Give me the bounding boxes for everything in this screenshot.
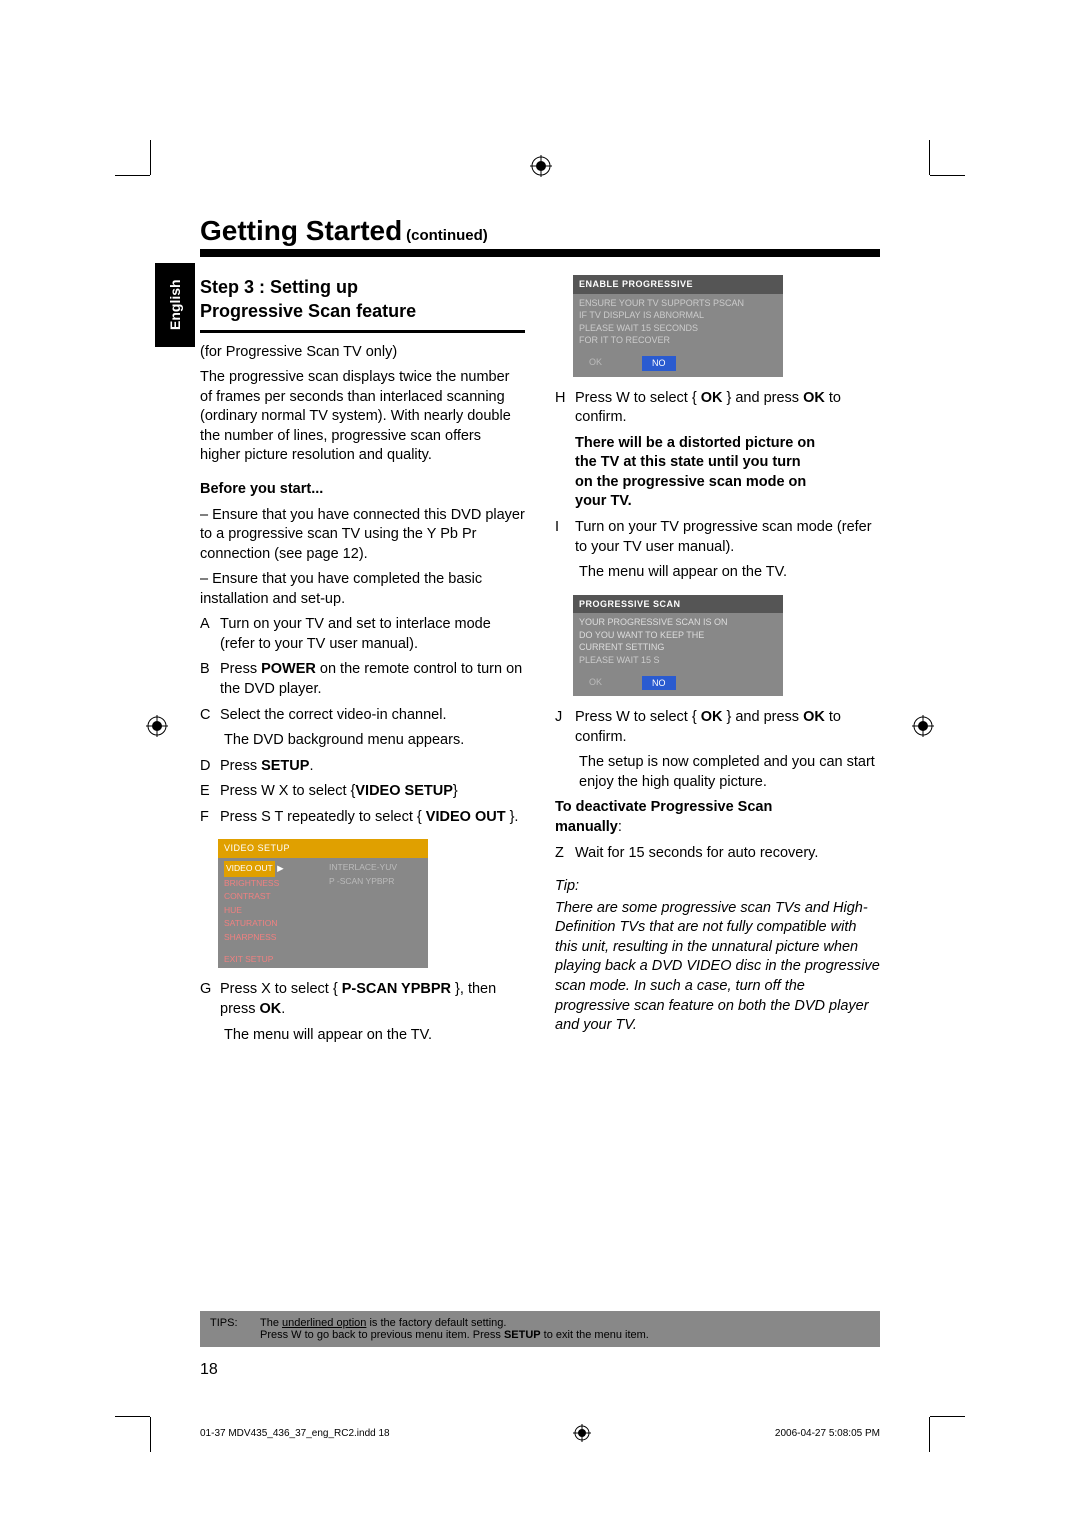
tip-label: Tip: xyxy=(555,877,880,897)
osd-enable-progressive: ENABLE PROGRESSIVE ENSURE YOUR TV SUPPOR… xyxy=(573,275,783,377)
osd-video-setup: VIDEO SETUP VIDEO OUT ▶ BRIGHTNESS CONTR… xyxy=(218,839,428,968)
step-g-result: The menu will appear on the TV. xyxy=(220,1026,525,1046)
distortion-warning: There will be a distorted picture on the… xyxy=(575,434,880,512)
tips-body: The underlined option is the factory def… xyxy=(260,1317,870,1341)
step-j-result: The setup is now completed and you can s… xyxy=(575,753,880,792)
osd-exit: EXIT SETUP xyxy=(218,948,428,969)
crop-mark xyxy=(150,140,151,175)
registration-mark-icon xyxy=(912,715,934,737)
print-footer: 01-37 MDV435_436_37_eng_RC2.indd 18 2006… xyxy=(200,1424,880,1442)
deactivate-heading: To deactivate Progressive Scan manually: xyxy=(555,798,880,837)
crop-mark xyxy=(929,140,930,175)
step-marker: D xyxy=(200,757,220,777)
registration-mark-icon xyxy=(573,1424,591,1442)
osd-header: ENABLE PROGRESSIVE xyxy=(573,275,783,294)
crop-mark xyxy=(150,1417,151,1452)
step-e: E Press W X to select {VIDEO SETUP} xyxy=(200,782,525,802)
crop-mark xyxy=(929,1417,930,1452)
section-continued: (continued) xyxy=(406,227,488,244)
osd-item: HUE xyxy=(224,904,317,918)
osd-button-row: OK NO xyxy=(573,670,783,697)
step-title-line1: Step 3 : Setting up xyxy=(200,277,358,297)
step-marker: H xyxy=(555,389,575,428)
scan-tv-note: (for Progressive Scan TV only) xyxy=(200,343,525,363)
tips-label: TIPS: xyxy=(210,1317,260,1341)
crop-mark xyxy=(115,1416,150,1417)
step-title-line2: Progressive Scan feature xyxy=(200,301,416,321)
section-title: Getting Started xyxy=(200,215,402,246)
osd-body: ENSURE YOUR TV SUPPORTS PSCAN IF TV DISP… xyxy=(573,294,783,350)
step-i: I Turn on your TV progressive scan mode … xyxy=(555,518,880,557)
page-number: 18 xyxy=(200,1361,218,1379)
step-d: D Press SETUP. xyxy=(200,757,525,777)
osd-ok-button: OK xyxy=(589,676,602,691)
osd-header: PROGRESSIVE SCAN xyxy=(573,595,783,614)
left-column: Step 3 : Setting up Progressive Scan fea… xyxy=(200,275,525,1045)
osd-item: SHARPNESS xyxy=(224,931,317,945)
osd-left-menu: VIDEO OUT ▶ BRIGHTNESS CONTRAST HUE SATU… xyxy=(218,858,323,948)
osd-item-video-out: VIDEO OUT xyxy=(224,861,275,877)
step-h: H Press W to select { OK } and press OK … xyxy=(555,389,880,428)
page-content: Getting Started (continued) Step 3 : Set… xyxy=(200,215,880,1045)
osd-no-button: NO xyxy=(642,356,676,371)
step-j: J Press W to select { OK } and press OK … xyxy=(555,708,880,747)
osd-item: BRIGHTNESS xyxy=(224,877,317,891)
osd-right-menu: INTERLACE-YUV P -SCAN YPBPR xyxy=(323,858,428,948)
step-title: Step 3 : Setting up Progressive Scan fea… xyxy=(200,275,525,333)
osd-ok-button: OK xyxy=(589,356,602,371)
step-g: G Press X to select { P-SCAN YPBPR }, th… xyxy=(200,980,525,1019)
right-column: ENABLE PROGRESSIVE ENSURE YOUR TV SUPPOR… xyxy=(555,275,880,1045)
footer-file: 01-37 MDV435_436_37_eng_RC2.indd 18 xyxy=(200,1428,390,1439)
before-you-start-heading: Before you start... xyxy=(200,480,525,500)
osd-no-button: NO xyxy=(642,676,676,691)
tip-body: There are some progressive scan TVs and … xyxy=(555,899,880,1036)
language-tab: English xyxy=(155,263,195,347)
before-item-1: – Ensure that you have connected this DV… xyxy=(200,506,525,565)
osd-button-row: OK NO xyxy=(573,350,783,377)
tips-footer-bar: TIPS: The underlined option is the facto… xyxy=(200,1311,880,1347)
intro-paragraph: The progressive scan displays twice the … xyxy=(200,368,525,466)
osd-body: YOUR PROGRESSIVE SCAN IS ON DO YOU WANT … xyxy=(573,613,783,669)
step-marker: G xyxy=(200,980,220,1019)
step-marker: J xyxy=(555,708,575,747)
osd-option: P -SCAN YPBPR xyxy=(329,875,422,889)
footer-date: 2006-04-27 5:08:05 PM xyxy=(775,1428,880,1439)
step-b: B Press POWER on the remote control to t… xyxy=(200,660,525,699)
crop-mark xyxy=(115,175,150,176)
step-i-result: The menu will appear on the TV. xyxy=(575,563,880,583)
crop-mark xyxy=(930,1416,965,1417)
osd-option: INTERLACE-YUV xyxy=(329,861,422,875)
osd-progressive-confirm: PROGRESSIVE SCAN YOUR PROGRESSIVE SCAN I… xyxy=(573,595,783,697)
step-a: A Turn on your TV and set to interlace m… xyxy=(200,615,525,654)
step-marker: Z xyxy=(555,844,575,864)
step-z: Z Wait for 15 seconds for auto recovery. xyxy=(555,844,880,864)
step-marker: I xyxy=(555,518,575,557)
osd-header: VIDEO SETUP xyxy=(218,839,428,858)
step-marker: A xyxy=(200,615,220,654)
osd-item: CONTRAST xyxy=(224,890,317,904)
step-marker: C xyxy=(200,706,220,726)
manual-page: English Getting Started (continued) Step… xyxy=(0,0,1080,1527)
crop-mark xyxy=(930,175,965,176)
step-marker: F xyxy=(200,808,220,828)
step-c: C Select the correct video-in channel. xyxy=(200,706,525,726)
registration-mark-icon xyxy=(530,155,552,177)
before-item-2: – Ensure that you have completed the bas… xyxy=(200,570,525,609)
step-marker: E xyxy=(200,782,220,802)
section-header: Getting Started (continued) xyxy=(200,215,880,257)
osd-item: SATURATION xyxy=(224,917,317,931)
step-marker: B xyxy=(200,660,220,699)
registration-mark-icon xyxy=(146,715,168,737)
step-c-result: The DVD background menu appears. xyxy=(220,731,525,751)
step-f: F Press S T repeatedly to select { VIDEO… xyxy=(200,808,525,828)
